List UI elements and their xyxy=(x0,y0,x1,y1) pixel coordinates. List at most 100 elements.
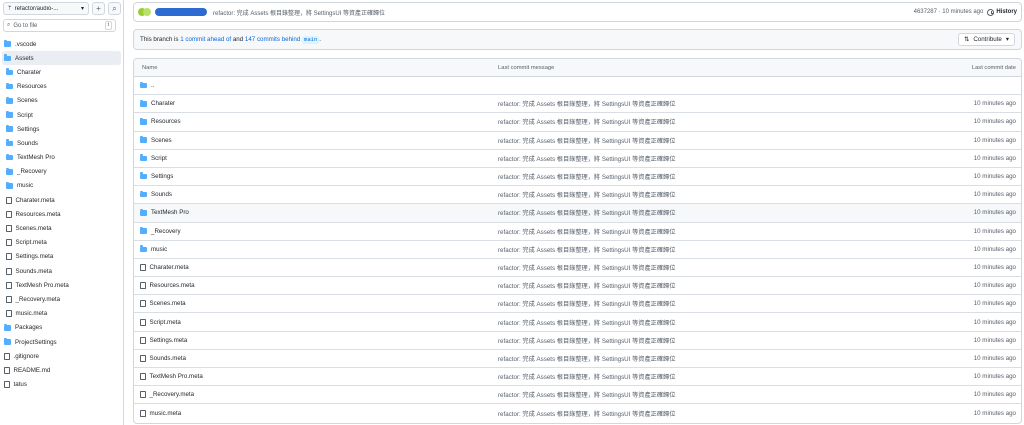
tree-item[interactable]: music.meta xyxy=(2,307,121,321)
add-file-button[interactable]: + xyxy=(92,2,105,15)
tree-item-label: TextMesh Pro xyxy=(17,154,55,162)
file-name-link[interactable]: Charater.meta xyxy=(150,264,189,271)
tree-item[interactable]: tatus xyxy=(2,378,121,392)
folder-icon xyxy=(4,323,11,331)
commit-message-link[interactable]: refactor: 完成 Assets 根目錄整理，將 SettingsUI 等… xyxy=(498,245,901,254)
tree-item[interactable]: Script xyxy=(2,108,121,122)
file-name-link[interactable]: Script.meta xyxy=(150,319,181,326)
file-name-cell[interactable]: Script xyxy=(134,154,498,162)
tree-item[interactable]: README.md xyxy=(2,363,121,377)
commit-message-link[interactable]: refactor: 完成 Assets 根目錄整理，將 SettingsUI 等… xyxy=(498,318,901,327)
file-name-cell[interactable]: music.meta xyxy=(134,409,498,417)
branch-selector[interactable]: ᛘ refactor/audio-... ▾ xyxy=(3,2,89,15)
commit-message-link[interactable]: refactor: 完成 Assets 根目錄整理，將 SettingsUI 等… xyxy=(498,354,901,363)
file-name-cell[interactable]: Sounds.meta xyxy=(134,354,498,362)
tree-item-label: Settings.meta xyxy=(15,253,54,261)
file-name-link[interactable]: Sounds.meta xyxy=(150,355,186,362)
file-name-link[interactable]: music.meta xyxy=(150,410,182,417)
file-name-cell[interactable]: Charater xyxy=(134,99,498,107)
commit-message-link[interactable]: refactor: 完成 Assets 根目錄整理，將 SettingsUI 等… xyxy=(498,299,901,308)
commit-message-link[interactable]: refactor: 完成 Assets 根目錄整理，將 SettingsUI 等… xyxy=(498,372,901,381)
file-name-cell[interactable]: _Recovery.meta xyxy=(134,391,498,399)
tree-item[interactable]: Scenes.meta xyxy=(2,221,121,235)
file-name-link[interactable]: Sounds xyxy=(151,191,172,198)
file-name-cell[interactable]: TextMesh Pro xyxy=(134,208,498,216)
file-name-cell[interactable]: TextMesh Pro.meta xyxy=(134,373,498,381)
commit-message-link[interactable]: refactor: 完成 Assets 根目錄整理，將 SettingsUI 等… xyxy=(498,154,901,163)
file-name-cell[interactable]: Settings xyxy=(134,172,498,180)
parent-directory-row[interactable]: .. xyxy=(134,77,1021,96)
tree-item[interactable]: music xyxy=(2,179,121,193)
commit-message-link[interactable]: refactor: 完成 Assets 根目錄整理，將 SettingsUI 等… xyxy=(498,336,901,345)
commit-message-link[interactable]: refactor: 完成 Assets 根目錄整理，將 SettingsUI 等… xyxy=(498,227,901,236)
folder-icon xyxy=(140,99,147,107)
file-name-cell[interactable]: Resources.meta xyxy=(134,282,498,290)
tree-item[interactable]: .vscode xyxy=(2,37,121,51)
file-name-cell[interactable]: music xyxy=(134,245,498,253)
history-link[interactable]: History xyxy=(987,8,1017,16)
file-name-cell[interactable]: Charater.meta xyxy=(134,263,498,271)
file-name-cell[interactable]: Sounds xyxy=(134,190,498,198)
file-name-cell[interactable]: Scenes.meta xyxy=(134,300,498,308)
tree-item[interactable]: TextMesh Pro.meta xyxy=(2,278,121,292)
tree-item[interactable]: Settings xyxy=(2,122,121,136)
go-to-file-input[interactable]: ⌕ Go to file t xyxy=(3,19,116,32)
file-name-link[interactable]: _Recovery.meta xyxy=(150,391,195,398)
tree-item[interactable]: Charater xyxy=(2,65,121,79)
contribute-button[interactable]: ⇅ Contribute ▾ xyxy=(958,33,1015,46)
file-name-link[interactable]: TextMesh Pro.meta xyxy=(150,373,203,380)
file-icon xyxy=(140,318,146,326)
tree-item[interactable]: _Recovery xyxy=(2,165,121,179)
tree-item[interactable]: Resources xyxy=(2,80,121,94)
tree-item[interactable]: Settings.meta xyxy=(2,250,121,264)
tree-item[interactable]: .gitignore xyxy=(2,349,121,363)
commit-message-link[interactable]: refactor: 完成 Assets 根目錄整理，將 SettingsUI 等… xyxy=(498,409,901,418)
parent-directory[interactable]: .. xyxy=(134,81,498,89)
commit-hash-time[interactable]: 4637287 · 10 minutes ago xyxy=(914,9,984,15)
file-name-link[interactable]: music xyxy=(151,246,167,253)
table-row: TextMesh Pro.meta refactor: 完成 Assets 根目錄… xyxy=(134,368,1021,387)
tree-item[interactable]: Packages xyxy=(2,321,121,335)
commit-message-link[interactable]: refactor: 完成 Assets 根目錄整理，將 SettingsUI 等… xyxy=(498,190,901,199)
file-name-link[interactable]: TextMesh Pro xyxy=(151,209,189,216)
commit-message-link[interactable]: refactor: 完成 Assets 根目錄整理，將 SettingsUI 等… xyxy=(498,99,901,108)
file-name-link[interactable]: Settings.meta xyxy=(150,337,188,344)
ahead-link[interactable]: 1 commit ahead of xyxy=(180,36,231,43)
commit-message-link[interactable]: refactor: 完成 Assets 根目錄整理，將 SettingsUI 等… xyxy=(498,208,901,217)
commit-message-link[interactable]: refactor: 完成 Assets 根目錄整理，將 SettingsUI 等… xyxy=(498,172,901,181)
file-name-link[interactable]: Script xyxy=(151,155,167,162)
tree-item[interactable]: ProjectSettings xyxy=(2,335,121,349)
file-name-cell[interactable]: Settings.meta xyxy=(134,336,498,344)
tree-item[interactable]: _Recovery.meta xyxy=(2,292,121,306)
folder-icon xyxy=(140,245,147,253)
commit-message-link[interactable]: refactor: 完成 Assets 根目錄整理，將 SettingsUI 等… xyxy=(498,281,901,290)
tree-item[interactable]: Charater.meta xyxy=(2,193,121,207)
tree-item[interactable]: Script.meta xyxy=(2,236,121,250)
table-row: Settings.meta refactor: 完成 Assets 根目錄整理，將… xyxy=(134,332,1021,350)
search-button[interactable]: ⌕ xyxy=(108,2,121,15)
tree-item[interactable]: Scenes xyxy=(2,94,121,108)
tree-item[interactable]: TextMesh Pro xyxy=(2,151,121,165)
file-name-cell[interactable]: Script.meta xyxy=(134,318,498,326)
base-branch[interactable]: main xyxy=(302,36,320,44)
commit-message-link[interactable]: refactor: 完成 Assets 根目錄整理，將 SettingsUI 等… xyxy=(498,117,901,126)
tree-item[interactable]: Sounds xyxy=(2,136,121,150)
file-name-link[interactable]: Settings xyxy=(151,173,173,180)
commit-message-link[interactable]: refactor: 完成 Assets 根目錄整理，將 SettingsUI 等… xyxy=(498,263,901,272)
file-name-link[interactable]: Scenes xyxy=(151,137,172,144)
file-name-link[interactable]: _Recovery xyxy=(151,228,181,235)
behind-link[interactable]: 147 commits behind xyxy=(245,36,300,43)
commit-message[interactable]: refactor: 完成 Assets 根目錄整理，將 SettingsUI 等… xyxy=(213,8,914,17)
tree-item[interactable]: Resources.meta xyxy=(2,207,121,221)
tree-item[interactable]: Sounds.meta xyxy=(2,264,121,278)
file-name-link[interactable]: Resources.meta xyxy=(150,282,195,289)
file-name-cell[interactable]: Resources xyxy=(134,118,498,125)
file-name-link[interactable]: Charater xyxy=(151,100,175,107)
commit-message-link[interactable]: refactor: 完成 Assets 根目錄整理，將 SettingsUI 等… xyxy=(498,136,901,145)
tree-item[interactable]: Assets xyxy=(2,51,121,66)
file-name-cell[interactable]: Scenes xyxy=(134,136,498,144)
file-name-cell[interactable]: _Recovery xyxy=(134,227,498,235)
file-name-link[interactable]: Scenes.meta xyxy=(150,300,186,307)
file-name-link[interactable]: Resources xyxy=(151,118,181,125)
commit-message-link[interactable]: refactor: 完成 Assets 根目錄整理，將 SettingsUI 等… xyxy=(498,390,901,399)
